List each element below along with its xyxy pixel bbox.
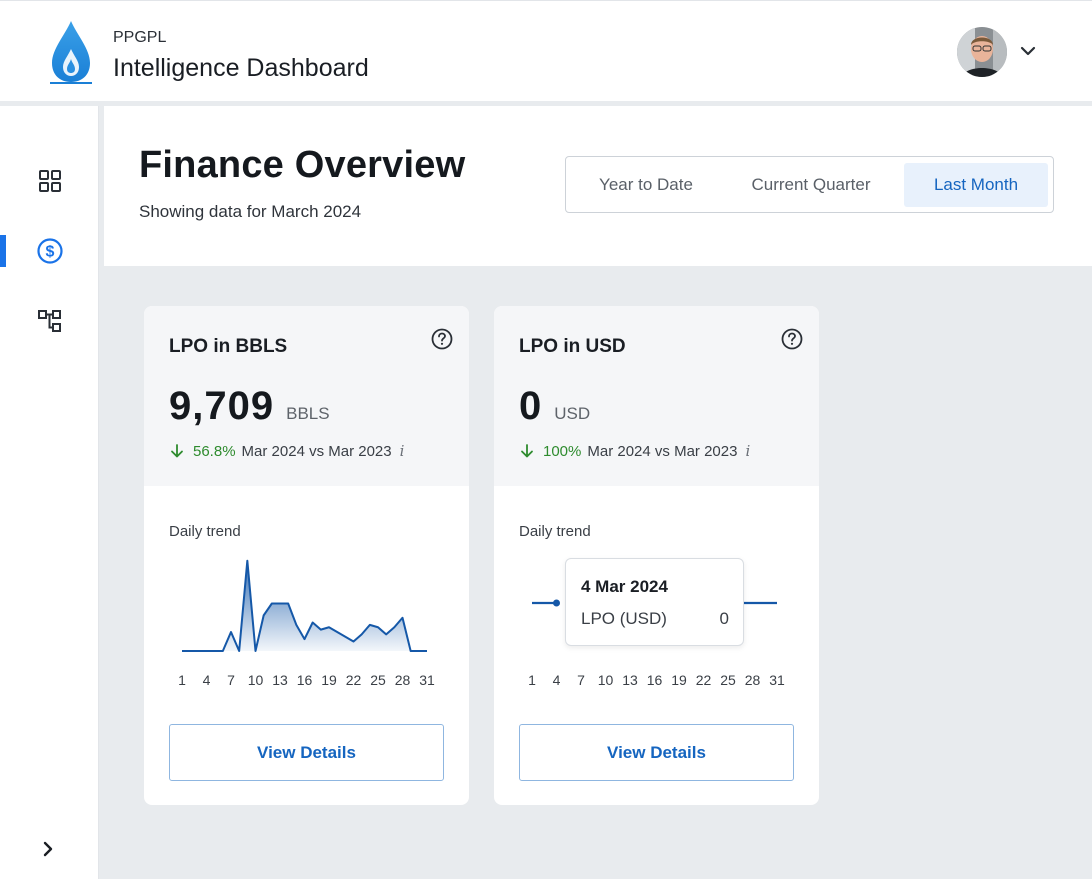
- view-details-button[interactable]: View Details: [169, 724, 444, 781]
- top-bar: PPGPL Intelligence Dashboard: [0, 0, 1092, 101]
- tooltip-value: 0: [719, 609, 729, 628]
- x-tick-label: 25: [370, 672, 386, 688]
- brand-name: PPGPL: [113, 29, 167, 46]
- range-last-month[interactable]: Last Month: [904, 163, 1048, 207]
- x-tick-label: 31: [419, 672, 435, 688]
- range-current-quarter[interactable]: Current Quarter: [731, 163, 891, 207]
- sidebar-item-hierarchy[interactable]: [0, 301, 99, 341]
- x-tick-label: 10: [598, 672, 614, 688]
- delta-comparison: Mar 2024 vs Mar 2023: [241, 442, 392, 460]
- x-tick-label: 16: [647, 672, 663, 688]
- x-tick-label: 7: [227, 672, 235, 688]
- view-details-button[interactable]: View Details: [519, 724, 794, 781]
- kpi-card-lpo-bbls: LPO in BBLS 9,709 BBLS 56.8% Mar 2024 vs…: [144, 306, 469, 805]
- x-tick-label: 28: [395, 672, 411, 688]
- x-tick-label: 31: [769, 672, 785, 688]
- x-tick-label: 19: [671, 672, 687, 688]
- card-title: LPO in BBLS: [169, 336, 288, 357]
- sidebar: $: [0, 106, 99, 879]
- x-tick-label: 19: [321, 672, 337, 688]
- delta-percent: 56.8%: [193, 442, 236, 460]
- delta-row: 56.8% Mar 2024 vs Mar 2023 i: [169, 442, 404, 460]
- x-tick-label: 28: [745, 672, 761, 688]
- delta-percent: 100%: [543, 442, 582, 460]
- dollar-circle-icon: $: [36, 238, 63, 264]
- chart-tooltip: 4 Mar 2024 LPO (USD) 0: [565, 558, 744, 646]
- metric-unit: BBLS: [286, 404, 330, 423]
- active-indicator: [0, 235, 6, 267]
- x-tick-label: 4: [553, 672, 561, 688]
- date-range-toggle: Year to Date Current Quarter Last Month: [565, 156, 1054, 213]
- range-year-to-date[interactable]: Year to Date: [581, 163, 711, 207]
- help-icon[interactable]: [781, 328, 803, 350]
- card-title: LPO in USD: [519, 336, 626, 357]
- chevron-right-icon: [43, 841, 53, 857]
- x-tick-label: 4: [203, 672, 211, 688]
- arrow-down-icon: [521, 444, 533, 458]
- dashboard-grid-icon: [38, 170, 61, 192]
- data-point-highlight: [553, 599, 560, 607]
- x-tick-label: 16: [297, 672, 313, 688]
- tooltip-date: 4 Mar 2024: [581, 577, 668, 596]
- info-icon[interactable]: i: [745, 442, 750, 460]
- app-title: Intelligence Dashboard: [113, 54, 369, 82]
- daily-trend-chart[interactable]: 1 4 7 10 13 16 19 22 25 28 31: [169, 546, 444, 696]
- avatar[interactable]: [957, 27, 1007, 77]
- metric-value: 0: [519, 384, 543, 428]
- page-subtitle: Showing data for March 2024: [139, 202, 362, 221]
- metric-unit: USD: [554, 404, 591, 423]
- x-tick-label: 13: [622, 672, 638, 688]
- water-drop-flame-logo[interactable]: [48, 19, 94, 85]
- x-tick-label: 1: [528, 672, 536, 688]
- page-title: Finance Overview: [139, 144, 466, 186]
- metric-value: 9,709: [169, 384, 275, 428]
- trend-label: Daily trend: [169, 523, 241, 540]
- x-tick-label: 13: [272, 672, 288, 688]
- x-tick-label: 22: [696, 672, 712, 688]
- arrow-down-icon: [171, 444, 183, 458]
- delta-row: 100% Mar 2024 vs Mar 2023 i: [519, 442, 750, 460]
- x-tick-label: 10: [248, 672, 264, 688]
- sidebar-expand-button[interactable]: [36, 837, 60, 861]
- card-summary: LPO in USD 0 USD 100% Mar 2024 vs Mar 20…: [494, 306, 819, 486]
- hierarchy-icon: [37, 310, 61, 332]
- chevron-down-icon[interactable]: [1019, 44, 1037, 58]
- x-tick-label: 25: [720, 672, 736, 688]
- sidebar-item-dashboard[interactable]: [0, 161, 99, 201]
- x-tick-label: 7: [577, 672, 585, 688]
- x-tick-label: 22: [346, 672, 362, 688]
- page-header: Finance Overview Showing data for March …: [104, 106, 1092, 266]
- trend-label: Daily trend: [519, 523, 591, 540]
- svg-text:$: $: [45, 244, 54, 261]
- card-summary: LPO in BBLS 9,709 BBLS 56.8% Mar 2024 vs…: [144, 306, 469, 486]
- tooltip-label: LPO (USD): [581, 609, 667, 628]
- info-icon[interactable]: i: [400, 442, 405, 460]
- x-tick-label: 1: [178, 672, 186, 688]
- help-icon[interactable]: [431, 328, 453, 350]
- sidebar-item-finance[interactable]: $: [0, 231, 99, 271]
- delta-comparison: Mar 2024 vs Mar 2023: [587, 442, 738, 460]
- kpi-card-lpo-usd: LPO in USD 0 USD 100% Mar 2024 vs Mar 20…: [494, 306, 819, 805]
